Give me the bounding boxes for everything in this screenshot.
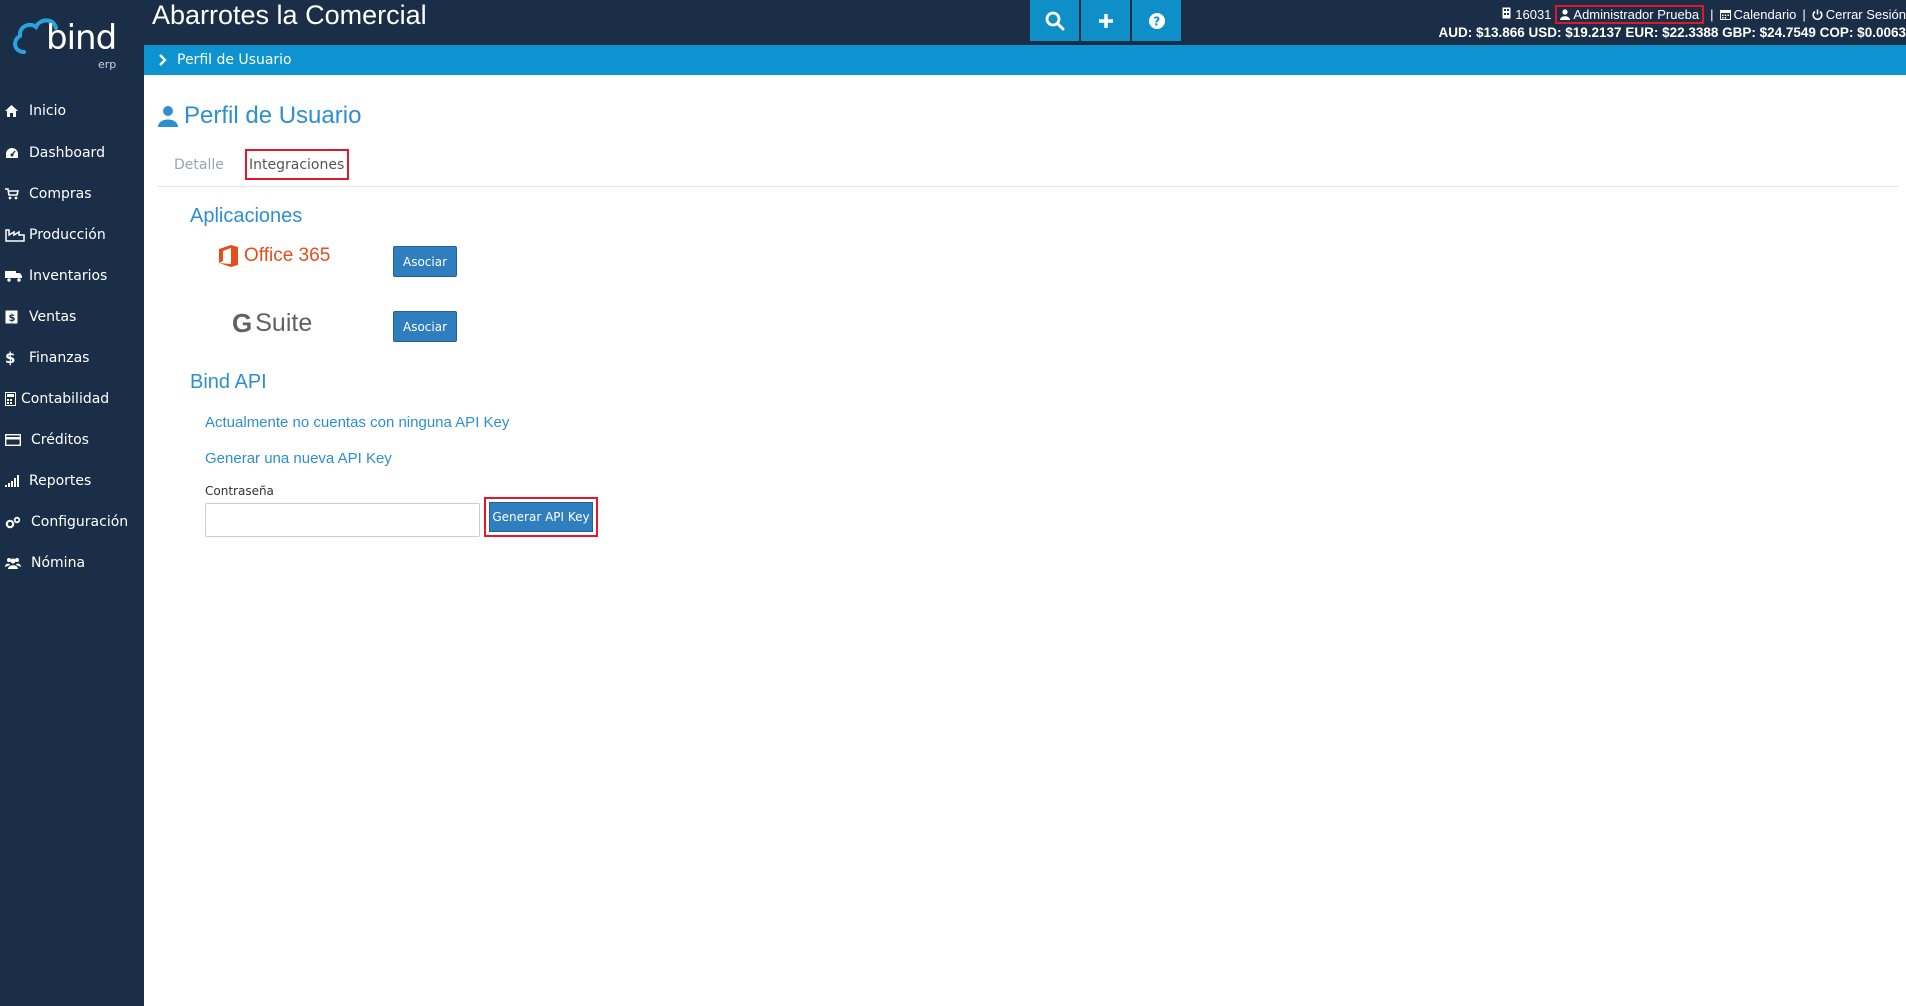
sidebar-item-inicio[interactable]: Inicio [0,93,144,129]
tab-label: Integraciones [249,156,345,173]
associate-gsuite-button[interactable]: Asociar [393,311,457,342]
building-icon [1502,7,1511,22]
sidebar-item-configuracion[interactable]: Configuración [0,504,144,540]
new-api-key-text: Generar una nueva API Key [205,450,392,467]
sidebar-item-label: Nómina [31,555,86,571]
user-icon [158,106,178,127]
sidebar-item-creditos[interactable]: Créditos [0,422,144,458]
chevron-right-icon [158,54,167,66]
api-section-title: Bind API [190,371,267,393]
breadcrumb-item[interactable]: Perfil de Usuario [177,52,292,68]
cart-icon [5,188,27,200]
sidebar-item-label: Dashboard [29,145,105,161]
gsuite-logo: G Suite [232,308,312,339]
sidebar-item-produccion[interactable]: Producción [0,217,144,253]
signal-icon [5,475,27,487]
sidebar-item-compras[interactable]: Compras [0,176,144,212]
dollar-icon: $ [5,349,16,367]
office365-label: Office 365 [244,245,331,266]
add-button[interactable] [1081,0,1130,41]
logo-word: bind [46,18,117,58]
calendar-link[interactable]: Calendario [1719,6,1797,22]
breadcrumb: Perfil de Usuario [144,45,1906,75]
logo-sub: erp [98,58,117,71]
question-circle-icon: ? [1148,12,1165,29]
industry-icon [5,228,27,242]
sidebar-item-label: Ventas [29,309,77,325]
search-button[interactable] [1030,0,1079,41]
sidebar-item-label: Compras [29,186,92,202]
sidebar: bind erp Inicio Dashboard Compras Produc… [0,0,144,1006]
credit-card-icon [5,434,29,446]
calculator-icon [5,392,19,406]
sidebar-item-nomina[interactable]: Nómina [0,545,144,581]
bind-logo[interactable]: bind erp [10,14,130,74]
generate-api-key-highlight: Generar API Key [484,497,598,537]
page-title: Perfil de Usuario [158,102,361,130]
truck-icon [5,270,27,282]
svg-text:$: $ [9,313,16,324]
gsuite-g: G [232,308,253,338]
gears-icon [5,516,29,529]
tab-detalle[interactable]: Detalle [174,157,224,173]
no-api-key-text: Actualmente no cuentas con ninguna API K… [205,414,510,431]
generate-api-key-button[interactable]: Generar API Key [489,502,593,532]
office365-logo: Office 365 [218,244,330,268]
sidebar-item-reportes[interactable]: Reportes [0,463,144,499]
app-title: Abarrotes la Comercial [152,0,427,30]
sidebar-item-contabilidad[interactable]: Contabilidad [0,381,144,417]
plus-icon [1098,13,1113,28]
gsuite-label: Suite [255,309,313,337]
tab-integraciones[interactable]: Integraciones [245,149,349,180]
help-button[interactable]: ? [1132,0,1181,41]
sidebar-item-label: Reportes [29,473,92,489]
top-right-info: 16031 Administrador Prueba | Calendario … [1438,4,1906,40]
apps-section-title: Aplicaciones [190,205,303,227]
sidebar-item-label: Finanzas [29,350,90,366]
password-input[interactable] [205,503,480,537]
users-icon [5,557,29,569]
tab-bar: Detalle Integraciones [158,149,1898,187]
dashboard-icon [5,147,27,159]
exchange-rates: AUD: $13.866 USD: $19.2137 EUR: $22.3388… [1438,25,1906,40]
sales-icon: $ [5,310,27,324]
svg-text:?: ? [1153,14,1160,28]
sidebar-item-inventarios[interactable]: Inventarios [0,258,144,294]
sidebar-item-dashboard[interactable]: Dashboard [0,135,144,171]
calendar-icon [1719,9,1731,20]
account-number: 16031 [1515,6,1552,22]
calendar-label: Calendario [1733,6,1797,22]
password-label: Contraseña [205,484,274,498]
power-icon [1812,9,1823,20]
user-name: Administrador Prueba [1573,6,1700,22]
sidebar-item-finanzas[interactable]: $ Finanzas [0,340,144,376]
separator: | [1710,6,1714,22]
user-menu[interactable]: Administrador Prueba [1555,4,1705,24]
associate-office365-button[interactable]: Asociar [393,246,457,277]
user-icon [1560,8,1571,20]
sidebar-item-ventas[interactable]: $ Ventas [0,299,144,335]
search-icon [1045,11,1064,30]
sidebar-item-label: Configuración [31,514,129,530]
office-icon [219,245,238,267]
separator: | [1802,6,1806,22]
sidebar-item-label: Inventarios [29,268,108,284]
logout-link[interactable]: Cerrar Sesión [1812,7,1906,22]
sidebar-item-label: Inicio [29,103,67,119]
page-title-text: Perfil de Usuario [184,102,362,129]
app-window: bind erp Inicio Dashboard Compras Produc… [0,0,1906,1006]
sidebar-item-label: Contabilidad [21,391,110,407]
logout-label: Cerrar Sesión [1825,6,1906,22]
top-header: Abarrotes la Comercial ? 16031 Administr… [144,0,1906,45]
sidebar-item-label: Producción [29,227,106,243]
sidebar-item-label: Créditos [31,432,89,448]
home-icon [5,105,27,117]
